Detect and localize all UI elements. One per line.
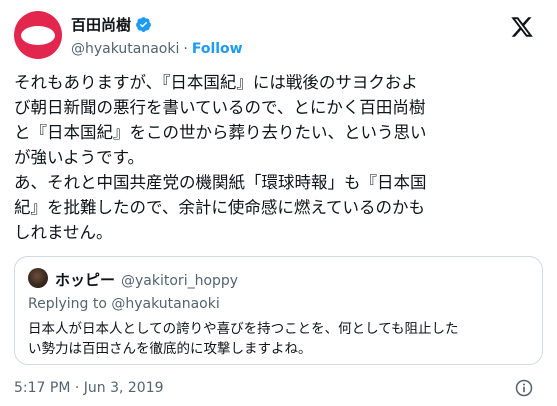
info-icon[interactable]	[514, 378, 534, 398]
author-handle[interactable]: @hyakutanaoki	[71, 41, 179, 57]
quote-text: 日本人が日本人としての誇りや喜びを持つことを、何としても阻止した い勢力は百田さ…	[28, 321, 459, 357]
x-logo-icon[interactable]	[510, 15, 534, 39]
tweet-text: それもありますが、『日本国紀』には戦後のサヨクおよ び朝日新聞の悪行を書いている…	[14, 73, 427, 242]
quote-author-handle: @yakitori_hoppy	[121, 273, 239, 289]
quote-author-avatar	[28, 268, 48, 288]
author-handle-row: @hyakutanaoki · Follow	[71, 41, 243, 57]
tweet-card: 百田尚樹 @hyakutanaoki · Follow それもありますが、『日本…	[0, 0, 557, 406]
author-name-row: 百田尚樹	[71, 14, 152, 35]
quote-replying-to: Replying to @hyakutanaoki	[28, 296, 220, 312]
author-display-name[interactable]: 百田尚樹	[71, 14, 131, 35]
quote-author-row: ホッピー @yakitori_hoppy	[55, 269, 238, 290]
tweet-timestamp[interactable]: 5:17 PM · Jun 3, 2019	[14, 380, 164, 396]
author-avatar[interactable]	[14, 11, 62, 59]
quote-author-name: ホッピー	[55, 271, 116, 289]
quoted-tweet[interactable]: ホッピー @yakitori_hoppy Replying to @hyakut…	[14, 256, 543, 365]
verified-badge-icon	[136, 17, 151, 32]
separator-dot: ·	[183, 41, 188, 57]
follow-button[interactable]: Follow	[192, 41, 243, 57]
